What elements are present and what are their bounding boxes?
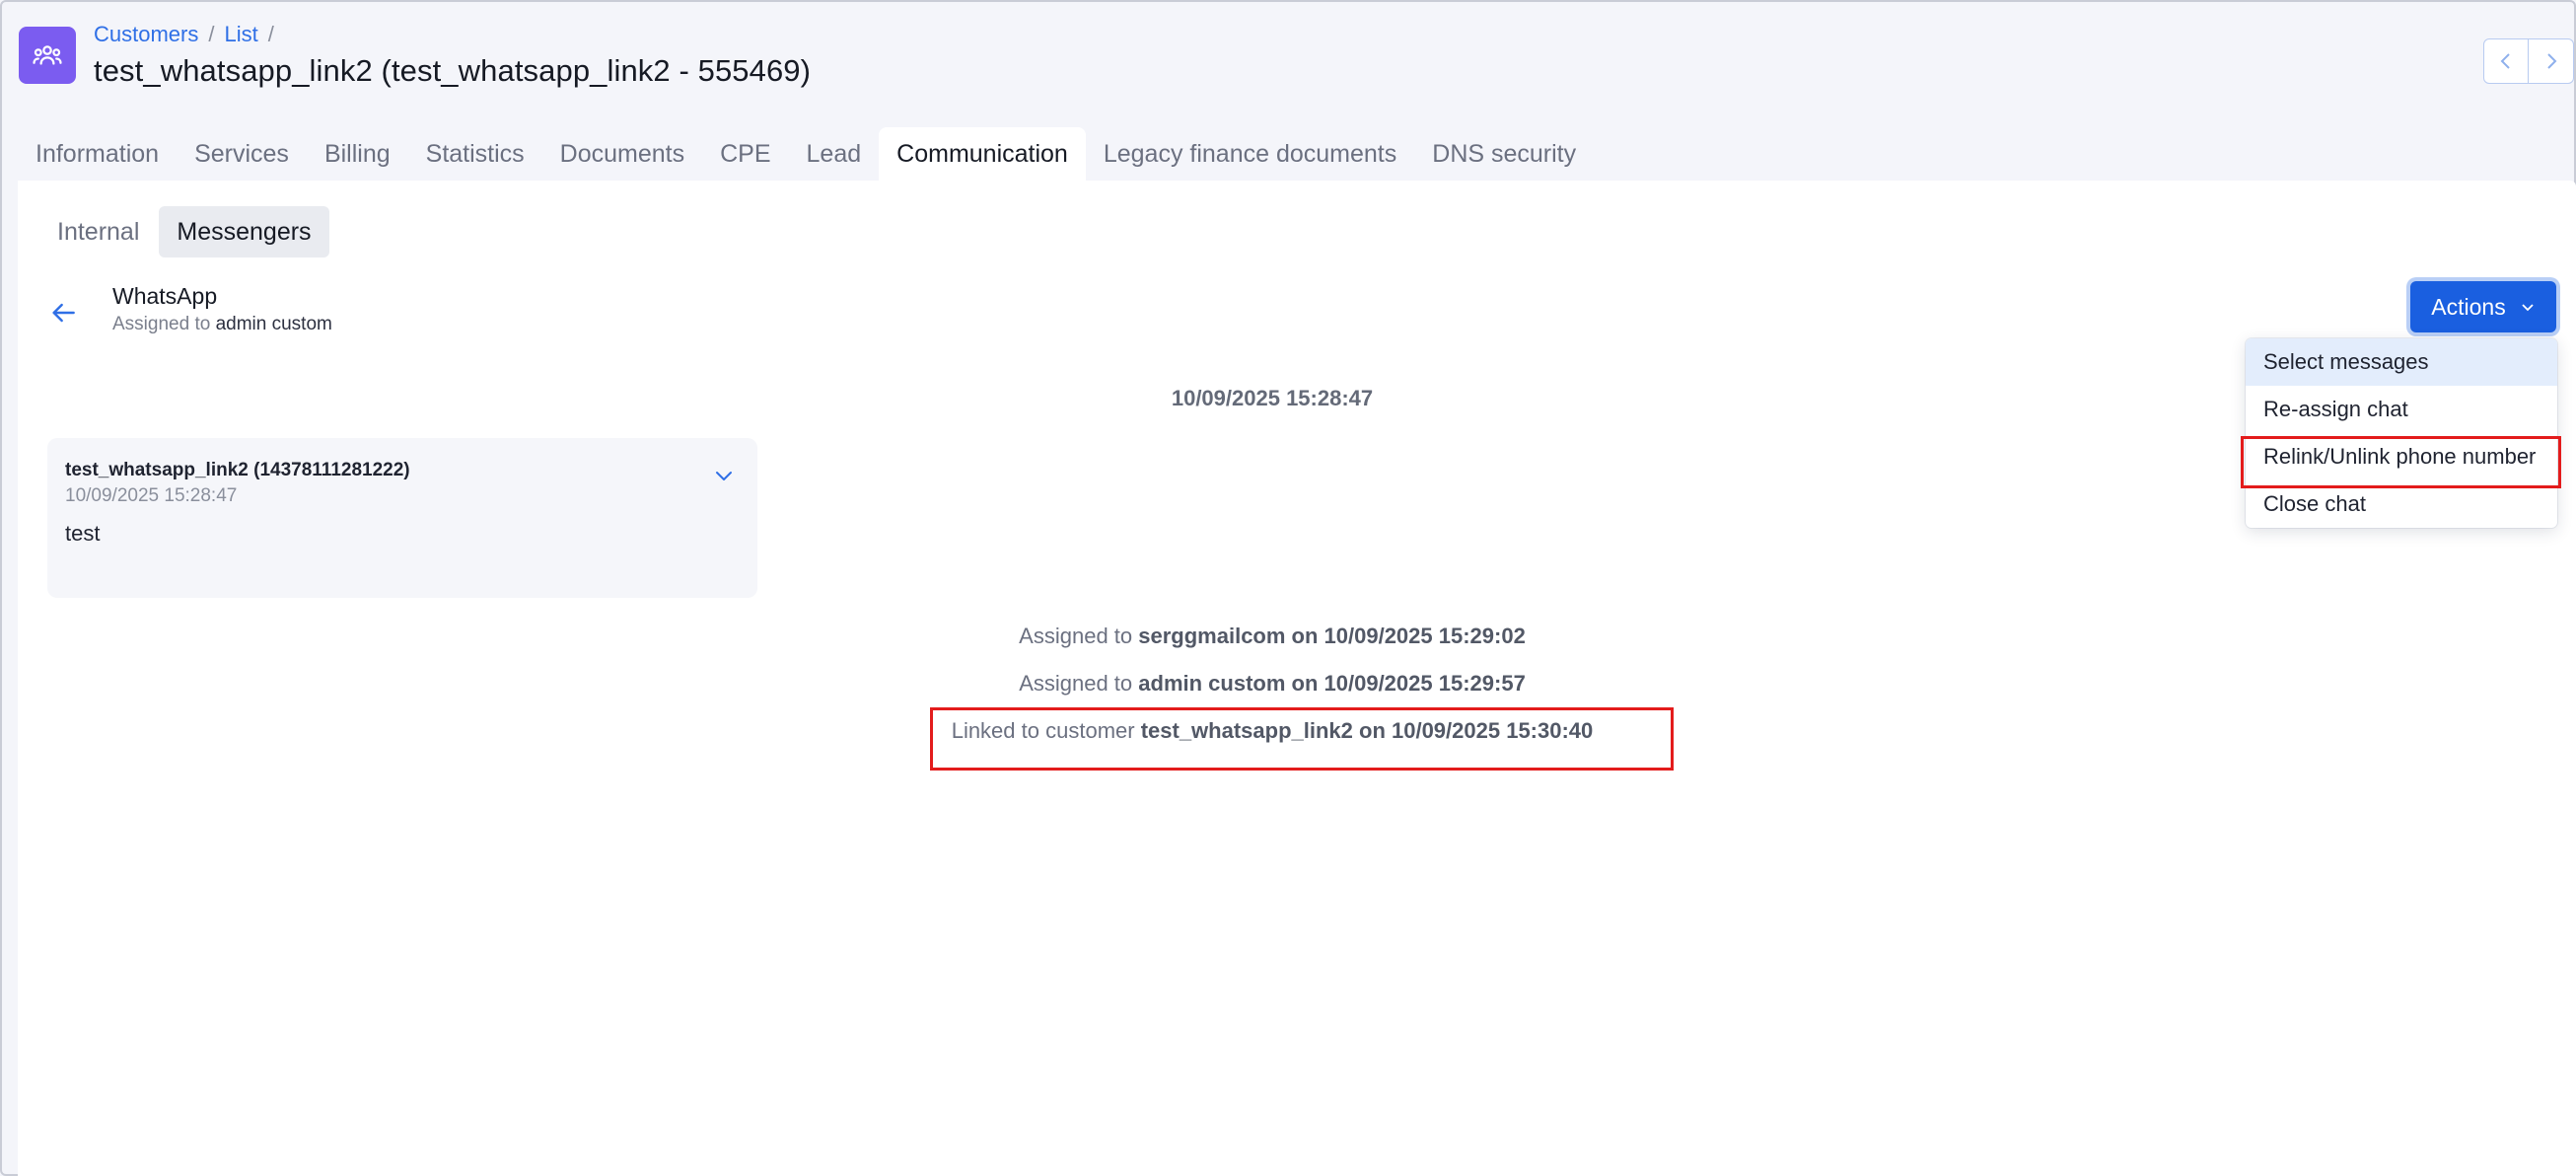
breadcrumb-customers-link[interactable]: Customers [94, 22, 198, 47]
tab-lead[interactable]: Lead [789, 127, 880, 181]
date-separator: 10/09/2025 15:28:47 [1171, 386, 1374, 410]
event-assigned: Assigned to serggmailcom on 10/09/2025 1… [18, 624, 2576, 649]
tab-communication[interactable]: Communication [879, 127, 1086, 181]
menu-item-reassign-chat[interactable]: Re-assign chat [2246, 386, 2557, 433]
chat-assigned-user: admin custom [215, 314, 332, 334]
breadcrumb-separator: / [267, 22, 274, 46]
subtab-internal[interactable]: Internal [39, 206, 157, 257]
previous-record-button[interactable] [2483, 38, 2529, 84]
actions-dropdown-menu: Select messages Re-assign chat Relink/Un… [2246, 338, 2557, 528]
breadcrumb: Customers / List / [94, 22, 274, 47]
event-prefix: Assigned to [1019, 624, 1133, 648]
event-detail: test_whatsapp_link2 on 10/09/2025 15:30:… [1140, 718, 1594, 743]
breadcrumb-list-link[interactable]: List [224, 22, 257, 47]
chat-channel-name: WhatsApp [112, 283, 218, 309]
chevron-down-icon [2522, 304, 2534, 312]
record-navigation [2483, 38, 2574, 84]
actions-button[interactable]: Actions [2410, 281, 2556, 332]
tab-legacy-finance-documents[interactable]: Legacy finance documents [1086, 127, 1414, 181]
communication-panel: Internal Messengers WhatsApp Assigned to… [18, 181, 2576, 1176]
event-prefix: Assigned to [1019, 671, 1133, 696]
menu-item-close-chat[interactable]: Close chat [2246, 480, 2557, 528]
chat-assigned-prefix: Assigned to [112, 314, 211, 334]
breadcrumb-separator: / [208, 22, 215, 46]
subtab-messengers[interactable]: Messengers [159, 206, 329, 257]
tab-information[interactable]: Information [18, 127, 177, 181]
event-assigned: Assigned to admin custom on 10/09/2025 1… [18, 671, 2576, 697]
chat-assignee: Assigned to admin custom [112, 314, 332, 335]
main-tabs: Information Services Billing Statistics … [18, 127, 1594, 181]
menu-item-select-messages[interactable]: Select messages [2246, 338, 2557, 386]
chevron-down-icon[interactable] [712, 464, 736, 487]
tab-dns-security[interactable]: DNS security [1414, 127, 1594, 181]
page-title: test_whatsapp_link2 (test_whatsapp_link2… [94, 53, 812, 88]
event-detail: admin custom on 10/09/2025 15:29:57 [1138, 671, 1526, 696]
chat-message: test_whatsapp_link2 (14378111281222) 10/… [47, 438, 757, 598]
tab-statistics[interactable]: Statistics [408, 127, 542, 181]
actions-label: Actions [2431, 293, 2506, 320]
event-linked-customer: Linked to customer test_whatsapp_link2 o… [18, 718, 2576, 744]
event-detail: serggmailcom on 10/09/2025 15:29:02 [1138, 624, 1526, 648]
event-prefix: Linked to customer [951, 718, 1135, 743]
tab-documents[interactable]: Documents [542, 127, 702, 181]
chat-meta: WhatsApp Assigned to admin custom [112, 283, 332, 335]
message-author: test_whatsapp_link2 (14378111281222) [65, 460, 410, 480]
communication-subtabs: Internal Messengers [39, 206, 329, 257]
next-record-button[interactable] [2529, 38, 2574, 84]
message-text: test [65, 521, 101, 546]
arrow-left-icon[interactable] [47, 297, 79, 329]
message-time: 10/09/2025 15:28:47 [65, 485, 238, 506]
chevron-left-icon [2500, 53, 2510, 69]
tab-cpe[interactable]: CPE [702, 127, 788, 181]
menu-item-relink-unlink-phone[interactable]: Relink/Unlink phone number [2246, 433, 2557, 480]
chevron-right-icon [2546, 53, 2556, 69]
tab-billing[interactable]: Billing [307, 127, 408, 181]
chat-header: WhatsApp Assigned to admin custom [47, 283, 332, 335]
customers-app-icon[interactable] [19, 27, 76, 84]
tab-services[interactable]: Services [177, 127, 307, 181]
app-window: Customers / List / test_whatsapp_link2 (… [0, 0, 2576, 1176]
